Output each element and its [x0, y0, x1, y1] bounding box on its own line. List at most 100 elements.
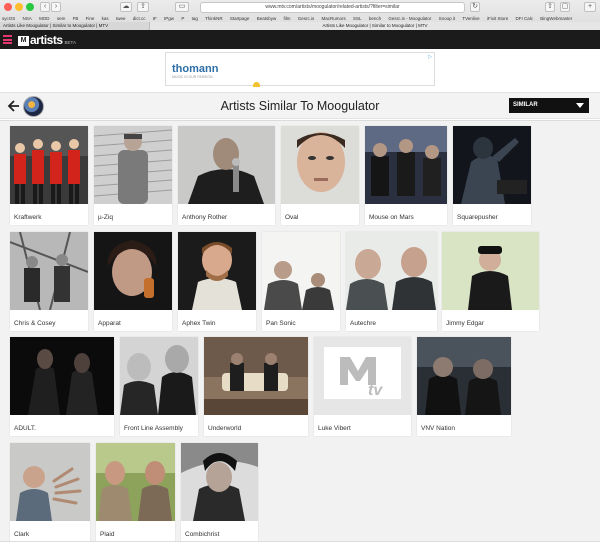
logo-beta: BETA: [64, 40, 76, 45]
bookmark-item[interactable]: Startpage: [230, 15, 250, 22]
artist-name: Autechre: [350, 320, 377, 327]
bookmark-item[interactable]: Fine: [86, 15, 95, 22]
bookmark-item[interactable]: BingWebmaster: [540, 15, 572, 22]
artist-card[interactable]: Kraftwerk: [10, 126, 88, 225]
bookmark-item[interactable]: Beatsbyw: [257, 15, 277, 22]
sidebar-icon[interactable]: ▭: [175, 2, 189, 12]
artist-name: VNV Nation: [421, 425, 455, 432]
artist-name: Combichrist: [185, 531, 220, 538]
mtv-artists-logo[interactable]: M artists BETA: [18, 33, 76, 46]
filter-select[interactable]: SIMILAR: [509, 98, 589, 113]
artist-photo: tv: [314, 337, 411, 415]
artist-photo: [453, 126, 531, 204]
bookmark-item[interactable]: sem: [57, 15, 66, 22]
share-page-icon[interactable]: ⇧: [545, 2, 555, 12]
back-icon[interactable]: ‹: [40, 2, 50, 12]
page-header: Artists Similar To Moogulator SIMILAR: [0, 92, 600, 119]
bookmark-item[interactable]: FB: [73, 15, 79, 22]
artist-card[interactable]: VNV Nation: [417, 337, 511, 436]
artist-card[interactable]: µ-Ziq: [94, 126, 172, 225]
artist-photo: [178, 126, 275, 204]
minimize-window-button[interactable]: [15, 3, 23, 11]
artist-photo: [178, 232, 256, 310]
ad-choices-icon[interactable]: ▷: [428, 54, 432, 60]
artist-card[interactable]: tv Luke Vibert: [314, 337, 411, 436]
artist-photo: [442, 232, 539, 310]
artist-card[interactable]: Apparat: [94, 232, 172, 331]
artist-photo: [181, 443, 258, 521]
cloud-icon[interactable]: ☁: [120, 2, 132, 12]
artist-name: Mouse on Mars: [369, 214, 414, 221]
bookmark-item[interactable]: film: [283, 15, 290, 22]
artist-card[interactable]: Chris & Cosey: [10, 232, 88, 331]
artist-photo: [10, 126, 88, 204]
artist-card[interactable]: Autechre: [346, 232, 437, 331]
bookmark-item[interactable]: Gesrc.is - Moogulator: [388, 15, 431, 22]
artist-card[interactable]: Squarepusher: [453, 126, 531, 225]
artist-card[interactable]: Front Line Assembly: [120, 337, 198, 436]
ad-banner[interactable]: thomann MUSIC IS OUR PASSION ▷: [165, 52, 435, 87]
ad-brand-sub: MUSIC IS OUR PASSION: [172, 75, 213, 79]
bookmark-item[interactable]: ThinkNR: [205, 15, 223, 22]
artist-photo: [10, 232, 88, 310]
artist-photo: [262, 232, 340, 310]
ad-brand: thomann: [172, 63, 219, 75]
artist-card[interactable]: Plaid: [96, 443, 175, 542]
bookmark-item[interactable]: MOD: [39, 15, 50, 22]
bookmark-item[interactable]: IF: [153, 15, 157, 22]
bookmark-item[interactable]: NSA: [23, 15, 32, 22]
site-header: M artists BETA: [0, 30, 600, 49]
bookmark-item[interactable]: TVenlive: [462, 15, 479, 22]
artist-photo: [10, 337, 114, 415]
bookmark-item[interactable]: Snoop it: [439, 15, 456, 22]
forward-icon[interactable]: ›: [51, 2, 61, 12]
bookmark-item[interactable]: iFixit Store: [487, 15, 508, 22]
artist-photo: [94, 232, 172, 310]
bookmark-item[interactable]: bench: [369, 15, 381, 22]
tabs-overview-icon[interactable]: ▢: [560, 2, 570, 12]
artist-name: Front Line Assembly: [124, 425, 183, 432]
artist-card[interactable]: Jimmy Edgar: [442, 232, 539, 331]
artist-photo: [94, 126, 172, 204]
artist-card[interactable]: Aphex Twin: [178, 232, 256, 331]
new-tab-icon[interactable]: +: [584, 2, 596, 12]
menu-icon[interactable]: [3, 35, 12, 44]
share-icon[interactable]: ⇪: [137, 2, 149, 12]
artist-card[interactable]: Combichrist: [181, 443, 258, 542]
bookmark-item[interactable]: DFI Calc: [515, 15, 533, 22]
artist-card[interactable]: ADULT.: [10, 337, 114, 436]
artist-name: Squarepusher: [457, 214, 498, 221]
zoom-window-button[interactable]: [26, 3, 34, 11]
artist-name: Apparat: [98, 320, 121, 327]
reload-icon[interactable]: ↻: [470, 2, 480, 12]
browser-tab[interactable]: Artists Like Moogulator | Similar to Moo…: [0, 22, 150, 30]
artist-card[interactable]: Underworld: [204, 337, 308, 436]
bookmark-item[interactable]: MacRumors: [322, 15, 346, 22]
address-bar[interactable]: www.mtv.com/artists/moogulator/related-a…: [200, 2, 465, 13]
browser-tab-active[interactable]: Artists Like Moogulator | Similar to Moo…: [150, 22, 600, 30]
bookmark-item[interactable]: IPgw: [164, 15, 174, 22]
bookmark-item[interactable]: P: [181, 15, 184, 22]
close-window-button[interactable]: [4, 3, 12, 11]
filter-select-value: SIMILAR: [513, 102, 538, 108]
bookmark-item[interactable]: twee: [116, 15, 126, 22]
bookmark-item[interactable]: kas: [102, 15, 109, 22]
bookmark-item[interactable]: sycOS: [2, 15, 15, 22]
artist-name: Clark: [14, 531, 30, 538]
artist-card[interactable]: Oval: [281, 126, 359, 225]
artist-card[interactable]: Mouse on Mars: [365, 126, 447, 225]
artist-photo: [204, 337, 308, 415]
artist-card[interactable]: Anthony Rother: [178, 126, 275, 225]
artist-card[interactable]: Clark: [10, 443, 90, 542]
artist-name: Oval: [285, 214, 299, 221]
bookmark-item[interactable]: SSL: [353, 15, 362, 22]
artist-name: Jimmy Edgar: [446, 320, 484, 327]
artist-name: Pan Sonic: [266, 320, 296, 327]
ad-decoration: [253, 82, 260, 87]
bookmark-item[interactable]: dict.cc: [133, 15, 146, 22]
bookmark-item[interactable]: tag: [192, 15, 198, 22]
artist-photo: [281, 126, 359, 204]
artist-name: Anthony Rother: [182, 214, 228, 221]
bookmark-item[interactable]: Gesrc.is: [298, 15, 315, 22]
artist-card[interactable]: Pan Sonic: [262, 232, 340, 331]
